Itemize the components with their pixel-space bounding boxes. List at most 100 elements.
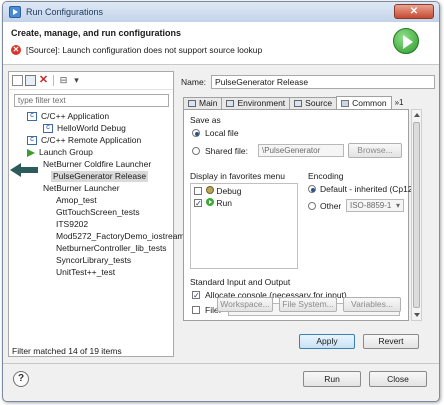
tab-common-label: Common (352, 97, 387, 108)
name-input[interactable]: PulseGenerator Release (211, 75, 435, 89)
main-tab-icon (188, 100, 196, 107)
title-bar: Run Configurations ✕ (3, 2, 439, 22)
tree-item-helloworld-debug[interactable]: C HelloWorld Debug (43, 123, 126, 134)
footer-divider (3, 363, 439, 364)
shared-file-label: Shared file: (205, 146, 248, 156)
browse-button[interactable]: Browse... (348, 143, 402, 158)
window-title: Run Configurations (26, 7, 104, 17)
duplicate-config-icon[interactable] (25, 75, 36, 86)
debug-favorite: Debug (206, 186, 241, 196)
filter-input[interactable]: type filter text (14, 94, 169, 107)
favorites-list: Debug ✓ Run (190, 183, 298, 269)
local-file-radio[interactable] (192, 129, 200, 137)
run-favorite-checkbox[interactable]: ✓ (194, 199, 202, 208)
variables-button[interactable]: Variables... (343, 297, 401, 312)
tree-item-label: NetburnerController_lib_tests (56, 243, 167, 253)
shared-file-radio[interactable] (192, 147, 200, 155)
scroll-thumb[interactable] (413, 122, 420, 308)
tree-toolbar: ✕ ⊟ ▾ (9, 72, 173, 90)
toolbar-separator (53, 75, 54, 86)
help-icon[interactable]: ? (13, 371, 29, 387)
tree-item-label: PulseGenerator Release (53, 171, 147, 181)
tab-source[interactable]: Source (289, 97, 338, 109)
run-button[interactable]: Run (303, 371, 361, 387)
tree-item-label: HelloWorld Debug (57, 123, 126, 133)
tree-item-launch-group[interactable]: Launch Group (27, 147, 93, 158)
file-output-checkbox[interactable] (192, 306, 200, 314)
tree-item-gtttouchscreen-tests[interactable]: GttTouchScreen_tests (56, 207, 140, 218)
other-encoding-value: ISO-8859-1 (350, 201, 392, 210)
run-configurations-dialog: Run Configurations ✕ Create, manage, and… (2, 1, 440, 402)
tab-main[interactable]: Main (183, 97, 223, 109)
run-favorite: Run (206, 198, 232, 208)
filter-icon[interactable]: ▾ (71, 75, 82, 86)
tab-main-label: Main (199, 98, 218, 108)
tab-common[interactable]: Common (336, 96, 392, 109)
shared-file-field[interactable]: \PulseGenerator (258, 144, 344, 157)
tree-item-cpp-remote-application[interactable]: C C/C++ Remote Application (27, 135, 141, 146)
tree-item-label: NetBurner Coldfire Launcher (43, 159, 152, 169)
tab-environment[interactable]: Environment (221, 97, 291, 109)
tree-item-unittest-test[interactable]: UnitTest++_test (56, 267, 115, 278)
local-file-label: Local file (205, 128, 239, 138)
tree-item-netburnercontroller-lib-tests[interactable]: NetburnerController_lib_tests (56, 243, 167, 254)
common-tab-icon (341, 99, 350, 107)
tab-environment-label: Environment (237, 98, 286, 108)
favorites-heading: Display in favorites menu (190, 171, 285, 181)
tree-item-cpp-application[interactable]: C C/C++ Application (27, 111, 109, 122)
tree-item-label: Amop_test (56, 195, 97, 205)
tree-item-pulsegenerator-release[interactable]: PulseGenerator Release (51, 171, 149, 182)
workspace-button[interactable]: Workspace... (217, 297, 273, 312)
apply-button[interactable]: Apply (299, 334, 355, 349)
tree-item-its9202[interactable]: ITS9202 (56, 219, 88, 230)
file-system-button[interactable]: File System... (279, 297, 337, 312)
tree-item-label: NetBurner Launcher (43, 183, 120, 193)
collapse-all-icon[interactable]: ⊟ (58, 75, 69, 86)
editor-tabs: Main Environment Source Common »1 (183, 96, 404, 109)
delete-config-icon[interactable]: ✕ (38, 75, 49, 86)
tree-item-label: Mod5272_FactoryDemo_iostream (56, 231, 185, 241)
run-app-icon (9, 6, 21, 18)
name-row: Name: PulseGenerator Release (181, 75, 435, 89)
launch-group-icon (27, 148, 35, 157)
default-encoding-radio[interactable] (308, 185, 316, 193)
tree-item-mod5272-factorydemo[interactable]: Mod5272_FactoryDemo_iostream (56, 231, 185, 242)
debug-favorite-checkbox[interactable] (194, 187, 202, 195)
cpp-config-icon: C (43, 124, 53, 133)
encoding-heading: Encoding (308, 171, 344, 181)
error-text: [Source]: Launch configuration does not … (26, 45, 263, 55)
tree-item-syncorlibrary-tests[interactable]: SyncorLibrary_tests (56, 255, 131, 266)
name-label: Name: (181, 77, 207, 87)
tree-item-amop-test[interactable]: Amop_test (56, 195, 97, 206)
run-favorite-label: Run (216, 198, 232, 208)
tree-item-label: C/C++ Application (41, 111, 110, 121)
tree-item-label: C/C++ Remote Application (41, 135, 142, 145)
error-icon: ✕ (11, 45, 21, 55)
tree-item-netburner-launcher[interactable]: NetBurner Launcher (43, 183, 120, 194)
environment-tab-icon (226, 100, 235, 107)
tree-item-label: UnitTest++_test (56, 267, 116, 277)
window-close-button[interactable]: ✕ (394, 4, 434, 19)
close-button[interactable]: Close (369, 371, 427, 387)
new-config-icon[interactable] (12, 75, 23, 86)
other-encoding-select[interactable]: ISO-8859-1 ▾ (346, 199, 404, 212)
debug-favorite-label: Debug (216, 186, 242, 196)
run-banner-icon (393, 28, 419, 54)
allocate-console-checkbox[interactable]: ✓ (192, 291, 200, 300)
annotation-arrow-icon (10, 163, 38, 177)
filter-status: Filter matched 14 of 19 items (12, 346, 122, 356)
error-message: ✕ [Source]: Launch configuration does no… (11, 45, 262, 55)
other-encoding-radio[interactable] (308, 202, 316, 210)
more-tabs-chevron[interactable]: »1 (395, 97, 404, 109)
tab-source-label: Source (305, 98, 333, 108)
tree-item-label: Launch Group (39, 147, 93, 157)
scroll-up-icon[interactable] (414, 113, 420, 117)
revert-button[interactable]: Revert (363, 334, 419, 349)
cpp-app-icon: C (27, 112, 37, 121)
tree-item-netburner-coldfire-launcher[interactable]: NetBurner Coldfire Launcher (43, 159, 151, 170)
tab-scrollbar[interactable] (411, 109, 422, 321)
std-io-heading: Standard Input and Output (190, 277, 291, 287)
save-as-heading: Save as (190, 115, 221, 125)
default-encoding-label: Default - inherited (Cp125 (320, 184, 418, 194)
scroll-down-icon[interactable] (414, 313, 420, 317)
